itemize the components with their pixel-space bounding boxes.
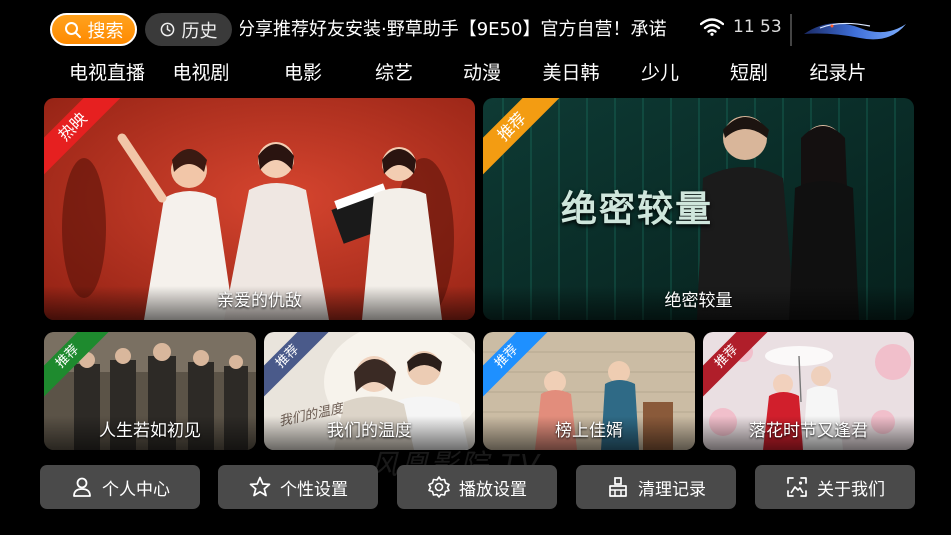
recommend-card-2[interactable]: 我们的温度 推荐 我们的温度 — [264, 332, 475, 450]
user-center-label: 个人中心 — [102, 479, 170, 500]
search-icon — [64, 21, 81, 38]
nav-item-documentary[interactable]: 纪录片 — [793, 58, 883, 85]
gear-icon — [428, 476, 450, 498]
clock-text: 11 53 — [733, 17, 782, 37]
nav-item-short-drama[interactable]: 短剧 — [704, 58, 794, 85]
nav-item-anime[interactable]: 动漫 — [437, 58, 527, 85]
card-title: 人生若如初见 — [44, 416, 256, 450]
card-title: 亲爱的仇敌 — [44, 286, 475, 320]
nav-item-kids[interactable]: 少儿 — [615, 58, 705, 85]
history-label: 历史 — [181, 20, 218, 42]
personalization-label: 个性设置 — [280, 479, 348, 500]
recommend-card-4[interactable]: 推荐 落花时节又逢君 — [703, 332, 914, 450]
clear-history-button[interactable]: 清理记录 — [576, 465, 736, 509]
poster-title-art: 绝密较量 — [561, 189, 714, 230]
playback-settings-label: 播放设置 — [459, 479, 527, 500]
category-nav: 电视直播 电视剧 电影 综艺 动漫 美日韩 少儿 短剧 纪录片 — [69, 58, 900, 88]
about-us-button[interactable]: 关于我们 — [755, 465, 915, 509]
wifi-icon — [700, 18, 724, 36]
nav-item-tv-series[interactable]: 电视剧 — [156, 58, 246, 85]
nav-item-live-tv[interactable]: 电视直播 — [62, 58, 152, 85]
broom-icon — [609, 477, 627, 497]
nav-item-movies[interactable]: 电影 — [258, 58, 348, 85]
card-title: 落花时节又逢君 — [703, 416, 914, 450]
clear-history-label: 清理记录 — [638, 479, 706, 500]
nav-item-variety[interactable]: 综艺 — [349, 58, 439, 85]
top-bar: 搜索 历史 分享推荐好友安装·野草助手【9E50】官方自营！承诺 11 53 — [0, 0, 951, 56]
announcement-marquee: 分享推荐好友安装·野草助手【9E50】官方自营！承诺 — [240, 19, 667, 40]
featured-card-2[interactable]: 绝密较量 推荐 绝密较量 — [483, 98, 914, 320]
search-label: 搜索 — [87, 20, 124, 42]
recommend-card-1[interactable]: 推荐 人生若如初见 — [44, 332, 256, 450]
user-center-button[interactable]: 个人中心 — [40, 465, 200, 509]
recommend-card-3[interactable]: 推荐 榜上佳婿 — [483, 332, 695, 450]
search-button[interactable]: 搜索 — [50, 13, 137, 46]
clock-icon — [160, 22, 174, 37]
brand-logo-icon — [804, 22, 906, 40]
image-icon — [787, 477, 807, 497]
personalization-button[interactable]: 个性设置 — [218, 465, 378, 509]
status-area: 11 53 — [700, 17, 782, 37]
history-button[interactable]: 历史 — [145, 13, 232, 46]
nav-item-western-jp-kr[interactable]: 美日韩 — [526, 58, 616, 85]
playback-settings-button[interactable]: 播放设置 — [397, 465, 557, 509]
person-icon — [73, 477, 91, 497]
about-us-label: 关于我们 — [817, 479, 885, 500]
status-divider — [790, 14, 792, 46]
star-icon — [249, 476, 271, 497]
featured-card-1[interactable]: 热映 亲爱的仇敌 — [44, 98, 475, 320]
card-title: 绝密较量 — [483, 286, 914, 320]
